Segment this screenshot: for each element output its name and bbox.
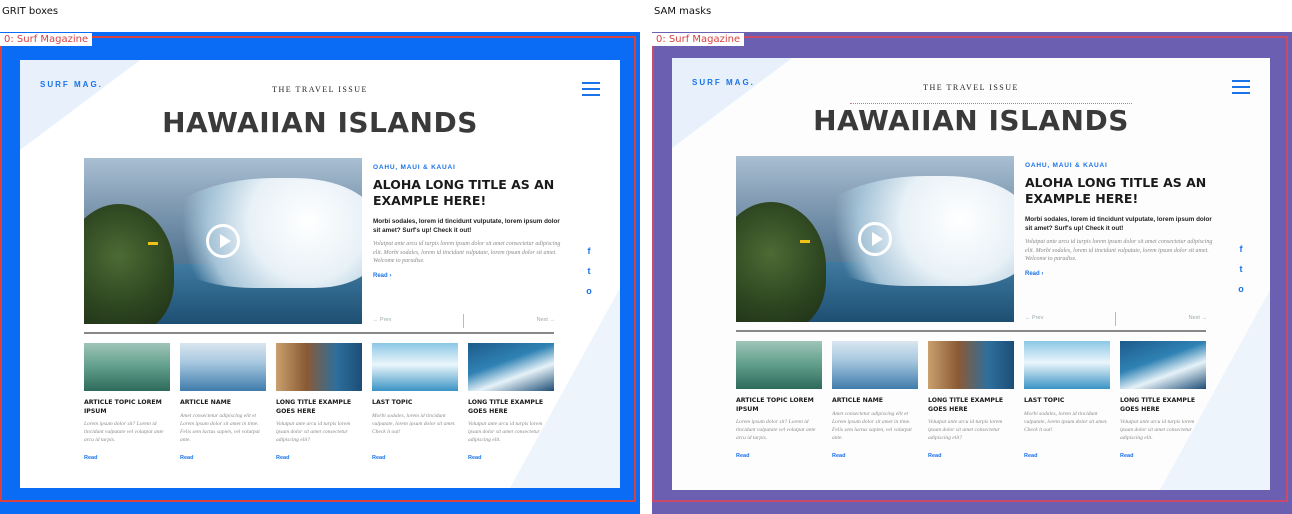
article-card[interactable]: LONG TITLE EXAMPLE GOES HERE Volutpat an… <box>276 343 362 461</box>
panel-caption: SAM masks <box>654 6 712 17</box>
article-card[interactable]: LONG TITLE EXAMPLE GOES HERE Volutpat an… <box>1120 341 1206 459</box>
card-thumbnail[interactable] <box>1120 341 1206 389</box>
instagram-icon[interactable]: o <box>583 286 595 296</box>
feature-kicker: OAHU, MAUI & KAUAI <box>373 164 456 171</box>
magazine-page: SURF MAG. THE TRAVEL ISSUE HAWAIIAN ISLA… <box>672 58 1270 490</box>
card-read-link[interactable]: Read <box>1024 453 1037 459</box>
card-title[interactable]: LONG TITLE EXAMPLE GOES HERE <box>1120 397 1206 414</box>
page-title: HAWAIIAN ISLANDS <box>813 104 1129 137</box>
card-read-link[interactable]: Read <box>1120 453 1133 459</box>
hero-image[interactable] <box>736 156 1014 322</box>
article-card[interactable]: LAST TOPIC Morbi sodales, lorem id tinci… <box>1024 341 1110 459</box>
card-read-link[interactable]: Read <box>736 453 749 459</box>
grit-panel: GRIT boxes 0: Surf Magazine SURF MAG. TH… <box>0 0 640 514</box>
card-thumbnail[interactable] <box>276 343 362 391</box>
feature-body: Volutpat ante arcu id turpis lorem ipsum… <box>1025 239 1213 262</box>
facebook-icon[interactable]: f <box>1235 244 1247 254</box>
divider <box>84 332 554 334</box>
social-links: f t o <box>1235 244 1247 304</box>
card-body: Lorem ipsum dolor sit? Lorem id tincidun… <box>736 419 816 441</box>
play-icon[interactable] <box>858 222 892 256</box>
card-thumbnail[interactable] <box>468 343 554 391</box>
feature-read-link[interactable]: Read › <box>373 273 563 279</box>
facebook-icon[interactable]: f <box>583 246 595 256</box>
mask-edge <box>850 98 1132 104</box>
article-card[interactable]: ARTICLE NAME Amet consectetur adipiscing… <box>180 343 266 461</box>
hero-image[interactable] <box>84 158 362 324</box>
sam-panel: SAM masks 0: Surf Magazine SURF MAG. THE… <box>652 0 1292 514</box>
card-body: Amet consectetur adipiscing elit et Lore… <box>180 412 260 443</box>
pager: ← Prev Next → <box>1025 312 1207 326</box>
issue-label: THE TRAVEL ISSUE <box>923 83 1019 92</box>
card-title[interactable]: ARTICLE NAME <box>832 397 918 406</box>
card-title[interactable]: LONG TITLE EXAMPLE GOES HERE <box>276 399 362 416</box>
feature-title[interactable]: ALOHA LONG TITLE AS AN EXAMPLE HERE! <box>1025 175 1215 207</box>
article-card[interactable]: LAST TOPIC Morbi sodales, lorem id tinci… <box>372 343 458 461</box>
card-read-link[interactable]: Read <box>84 455 97 461</box>
card-title[interactable]: LAST TOPIC <box>372 399 458 408</box>
feature-lead: Morbi sodales, lorem id tincidunt vulput… <box>373 218 560 234</box>
card-body: Amet consectetur adipiscing elit et Lore… <box>832 410 912 441</box>
card-read-link[interactable]: Read <box>372 455 385 461</box>
article-card[interactable]: ARTICLE TOPIC LOREM IPSUM Lorem ipsum do… <box>736 341 822 459</box>
card-body: Volutpat ante arcu id turpis lorem ipsum… <box>1120 419 1195 441</box>
card-read-link[interactable]: Read <box>928 453 941 459</box>
article-card[interactable]: LONG TITLE EXAMPLE GOES HERE Volutpat an… <box>928 341 1014 459</box>
card-thumbnail[interactable] <box>372 343 458 391</box>
pager: ← Prev Next → <box>373 314 555 328</box>
feature-lead: Morbi sodales, lorem id tincidunt vulput… <box>1025 216 1212 232</box>
feature-kicker: OAHU, MAUI & KAUAI <box>1025 162 1108 169</box>
card-thumbnail[interactable] <box>1024 341 1110 389</box>
magazine-page: SURF MAG. THE TRAVEL ISSUE HAWAIIAN ISLA… <box>20 60 620 488</box>
prev-link[interactable]: ← Prev <box>373 317 391 323</box>
article-card[interactable]: ARTICLE TOPIC LOREM IPSUM Lorem ipsum do… <box>84 343 170 461</box>
next-link[interactable]: Next → <box>1189 315 1207 321</box>
detection-label: 0: Surf Magazine <box>0 33 93 46</box>
card-body: Morbi sodales, lorem id tincidunt vulput… <box>1024 410 1108 433</box>
card-title[interactable]: ARTICLE TOPIC LOREM IPSUM <box>84 399 170 416</box>
card-body: Volutpat ante arcu id turpis lorem ipsum… <box>468 421 543 443</box>
card-read-link[interactable]: Read <box>832 453 845 459</box>
feature-article: OAHU, MAUI & KAUAI ALOHA LONG TITLE AS A… <box>1025 162 1215 277</box>
play-icon[interactable] <box>206 224 240 258</box>
article-card[interactable]: ARTICLE NAME Amet consectetur adipiscing… <box>832 341 918 459</box>
page-title: HAWAIIAN ISLANDS <box>162 106 478 139</box>
card-body: Volutpat ante arcu id turpis lorem ipsum… <box>928 419 1003 441</box>
card-title[interactable]: LONG TITLE EXAMPLE GOES HERE <box>928 397 1014 414</box>
card-body: Lorem ipsum dolor sit? Lorem id tincidun… <box>84 421 164 443</box>
card-title[interactable]: ARTICLE NAME <box>180 399 266 408</box>
twitter-icon[interactable]: t <box>1235 264 1247 274</box>
card-read-link[interactable]: Read <box>276 455 289 461</box>
card-thumbnail[interactable] <box>832 341 918 389</box>
panel-caption: GRIT boxes <box>2 6 59 17</box>
feature-body: Volutpat ante arcu id turpis lorem ipsum… <box>373 241 561 264</box>
social-links: f t o <box>583 246 595 306</box>
card-body: Morbi sodales, lorem id tincidunt vulput… <box>372 412 456 435</box>
card-read-link[interactable]: Read <box>468 455 481 461</box>
card-title[interactable]: LONG TITLE EXAMPLE GOES HERE <box>468 399 554 416</box>
card-read-link[interactable]: Read <box>180 455 193 461</box>
divider <box>736 330 1206 332</box>
feature-read-link[interactable]: Read › <box>1025 271 1215 277</box>
card-thumbnail[interactable] <box>84 343 170 391</box>
issue-label: THE TRAVEL ISSUE <box>272 85 368 94</box>
instagram-icon[interactable]: o <box>1235 284 1247 294</box>
article-card[interactable]: LONG TITLE EXAMPLE GOES HERE Volutpat an… <box>468 343 554 461</box>
detection-label: 0: Surf Magazine <box>652 33 745 46</box>
card-body: Volutpat ante arcu id turpis lorem ipsum… <box>276 421 351 443</box>
card-title[interactable]: LAST TOPIC <box>1024 397 1110 406</box>
next-link[interactable]: Next → <box>537 317 555 323</box>
feature-title[interactable]: ALOHA LONG TITLE AS AN EXAMPLE HERE! <box>373 177 563 209</box>
twitter-icon[interactable]: t <box>583 266 595 276</box>
card-thumbnail[interactable] <box>928 341 1014 389</box>
card-title[interactable]: ARTICLE TOPIC LOREM IPSUM <box>736 397 822 414</box>
prev-link[interactable]: ← Prev <box>1025 315 1043 321</box>
feature-article: OAHU, MAUI & KAUAI ALOHA LONG TITLE AS A… <box>373 164 563 279</box>
card-thumbnail[interactable] <box>736 341 822 389</box>
card-thumbnail[interactable] <box>180 343 266 391</box>
